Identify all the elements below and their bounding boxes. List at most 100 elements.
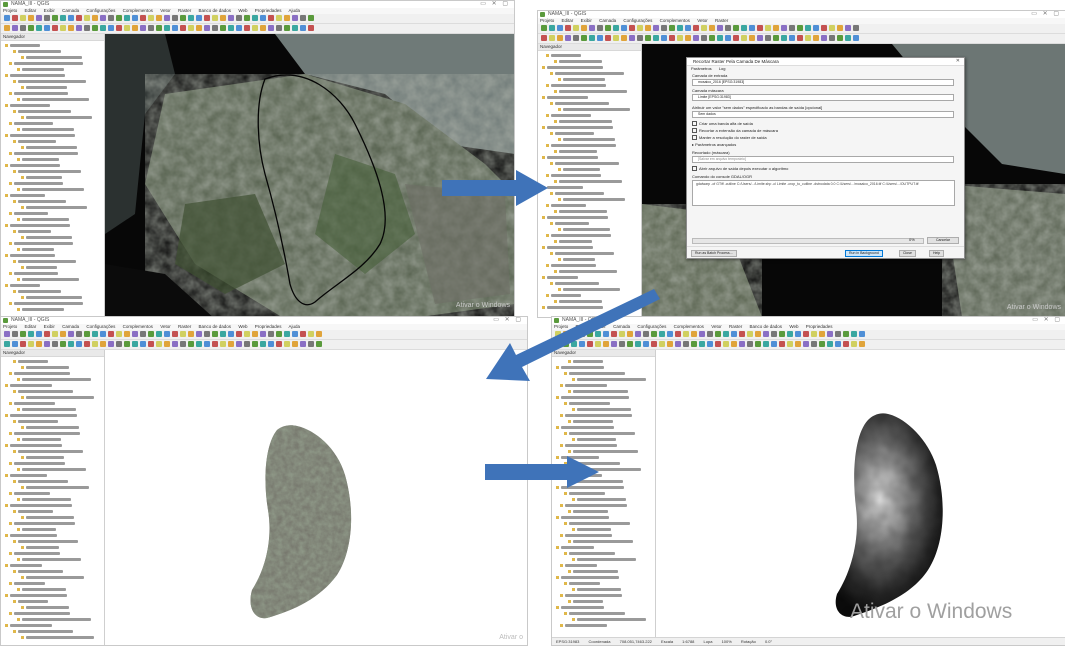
tool-icon[interactable] [60, 25, 66, 31]
tool-icon[interactable] [156, 25, 162, 31]
tool-icon[interactable] [853, 25, 859, 31]
tool-icon[interactable] [741, 35, 747, 41]
layer-tree-item[interactable] [573, 420, 613, 423]
layer-tree-item[interactable] [26, 636, 94, 639]
tool-icon[interactable] [771, 331, 777, 337]
tool-icon[interactable] [76, 341, 82, 347]
layer-tree-item[interactable] [10, 284, 40, 287]
tool-icon[interactable] [787, 341, 793, 347]
tool-icon[interactable] [845, 35, 851, 41]
menu-camada[interactable]: Camada [62, 8, 79, 13]
layer-tree-item[interactable] [10, 564, 42, 567]
tool-icon[interactable] [835, 341, 841, 347]
layer-tree-item[interactable] [14, 402, 55, 405]
tool-icon[interactable] [683, 341, 689, 347]
layer-tree-item[interactable] [551, 264, 596, 267]
tool-icon[interactable] [84, 331, 90, 337]
layer-tree-item[interactable] [22, 558, 81, 561]
tool-icon[interactable] [803, 331, 809, 337]
layer-tree-item[interactable] [547, 66, 603, 69]
layer-tree-item[interactable] [14, 212, 48, 215]
layer-tree-item[interactable] [551, 114, 591, 117]
layer-tree-item[interactable] [18, 230, 51, 233]
tool-icon[interactable] [252, 25, 258, 31]
menu-projeto[interactable]: Projeto [540, 18, 554, 23]
tool-icon[interactable] [156, 15, 162, 21]
menu-vetor[interactable]: Vetor [697, 18, 708, 23]
tool-icon[interactable] [228, 25, 234, 31]
tool-icon[interactable] [4, 331, 10, 337]
layer-tree-item[interactable] [577, 558, 636, 561]
layer-tree-item[interactable] [577, 498, 626, 501]
layer-tree-item[interactable] [14, 522, 75, 525]
tool-icon[interactable] [757, 35, 763, 41]
close-icon[interactable]: ✕ [956, 58, 960, 65]
tool-icon[interactable] [733, 25, 739, 31]
layer-tree-item[interactable] [563, 258, 595, 261]
crop-extent-checkbox[interactable]: Recortar a extensão da camada de máscara [692, 128, 778, 134]
layer-tree-item[interactable] [551, 84, 606, 87]
tool-icon[interactable] [653, 25, 659, 31]
layer-tree-item[interactable] [555, 252, 614, 255]
layer-tree-item[interactable] [18, 200, 66, 203]
tool-icon[interactable] [827, 341, 833, 347]
tool-icon[interactable] [701, 35, 707, 41]
layer-tree-item[interactable] [10, 74, 65, 77]
tool-icon[interactable] [685, 25, 691, 31]
tool-icon[interactable] [677, 25, 683, 31]
layer-tree-item[interactable] [565, 414, 632, 417]
layer-tree-item[interactable] [563, 138, 615, 141]
tool-icon[interactable] [773, 35, 779, 41]
tool-icon[interactable] [811, 341, 817, 347]
tool-icon[interactable] [60, 15, 66, 21]
tool-icon[interactable] [715, 341, 721, 347]
tool-icon[interactable] [629, 25, 635, 31]
menu-web[interactable]: Web [238, 324, 247, 329]
tool-icon[interactable] [36, 25, 42, 31]
tool-icon[interactable] [244, 15, 250, 21]
tool-icon[interactable] [755, 341, 761, 347]
tool-icon[interactable] [124, 15, 130, 21]
layer-tree-item[interactable] [10, 104, 50, 107]
tool-icon[interactable] [717, 25, 723, 31]
layer-tree-item[interactable] [26, 396, 94, 399]
tool-icon[interactable] [723, 331, 729, 337]
tool-icon[interactable] [669, 25, 675, 31]
tool-icon[interactable] [92, 341, 98, 347]
layer-tree-item[interactable] [26, 176, 62, 179]
layer-tree-item[interactable] [22, 128, 74, 131]
tool-icon[interactable] [108, 341, 114, 347]
tool-icon[interactable] [84, 341, 90, 347]
layer-tree-item[interactable] [14, 272, 58, 275]
layer-tree-item[interactable] [22, 98, 89, 101]
tool-icon[interactable] [4, 25, 10, 31]
tool-icon[interactable] [68, 341, 74, 347]
tool-icon[interactable] [779, 341, 785, 347]
tool-icon[interactable] [581, 25, 587, 31]
layer-tree-item[interactable] [559, 90, 627, 93]
tool-icon[interactable] [621, 25, 627, 31]
layer-tree-item[interactable] [559, 180, 622, 183]
tool-icon[interactable] [565, 35, 571, 41]
layer-tree-item[interactable] [573, 450, 638, 453]
layer-tree-item[interactable] [10, 624, 52, 627]
tool-icon[interactable] [220, 15, 226, 21]
tool-icon[interactable] [164, 25, 170, 31]
tool-icon[interactable] [204, 15, 210, 21]
tool-icon[interactable] [268, 15, 274, 21]
tool-icon[interactable] [156, 341, 162, 347]
layer-tree-item[interactable] [573, 570, 618, 573]
tool-icon[interactable] [116, 331, 122, 337]
layer-tree-item[interactable] [14, 552, 60, 555]
layer-tree-item[interactable] [18, 480, 68, 483]
layer-tree-item[interactable] [559, 270, 617, 273]
menu-exibir[interactable]: Exibir [44, 8, 55, 13]
menu-raster[interactable]: Raster [715, 18, 728, 23]
tool-icon[interactable] [645, 35, 651, 41]
tool-icon[interactable] [28, 341, 34, 347]
layer-tree-item[interactable] [565, 534, 612, 537]
tool-icon[interactable] [68, 331, 74, 337]
tool-icon[interactable] [236, 331, 242, 337]
tool-icon[interactable] [196, 25, 202, 31]
layer-tree-item[interactable] [26, 236, 72, 239]
